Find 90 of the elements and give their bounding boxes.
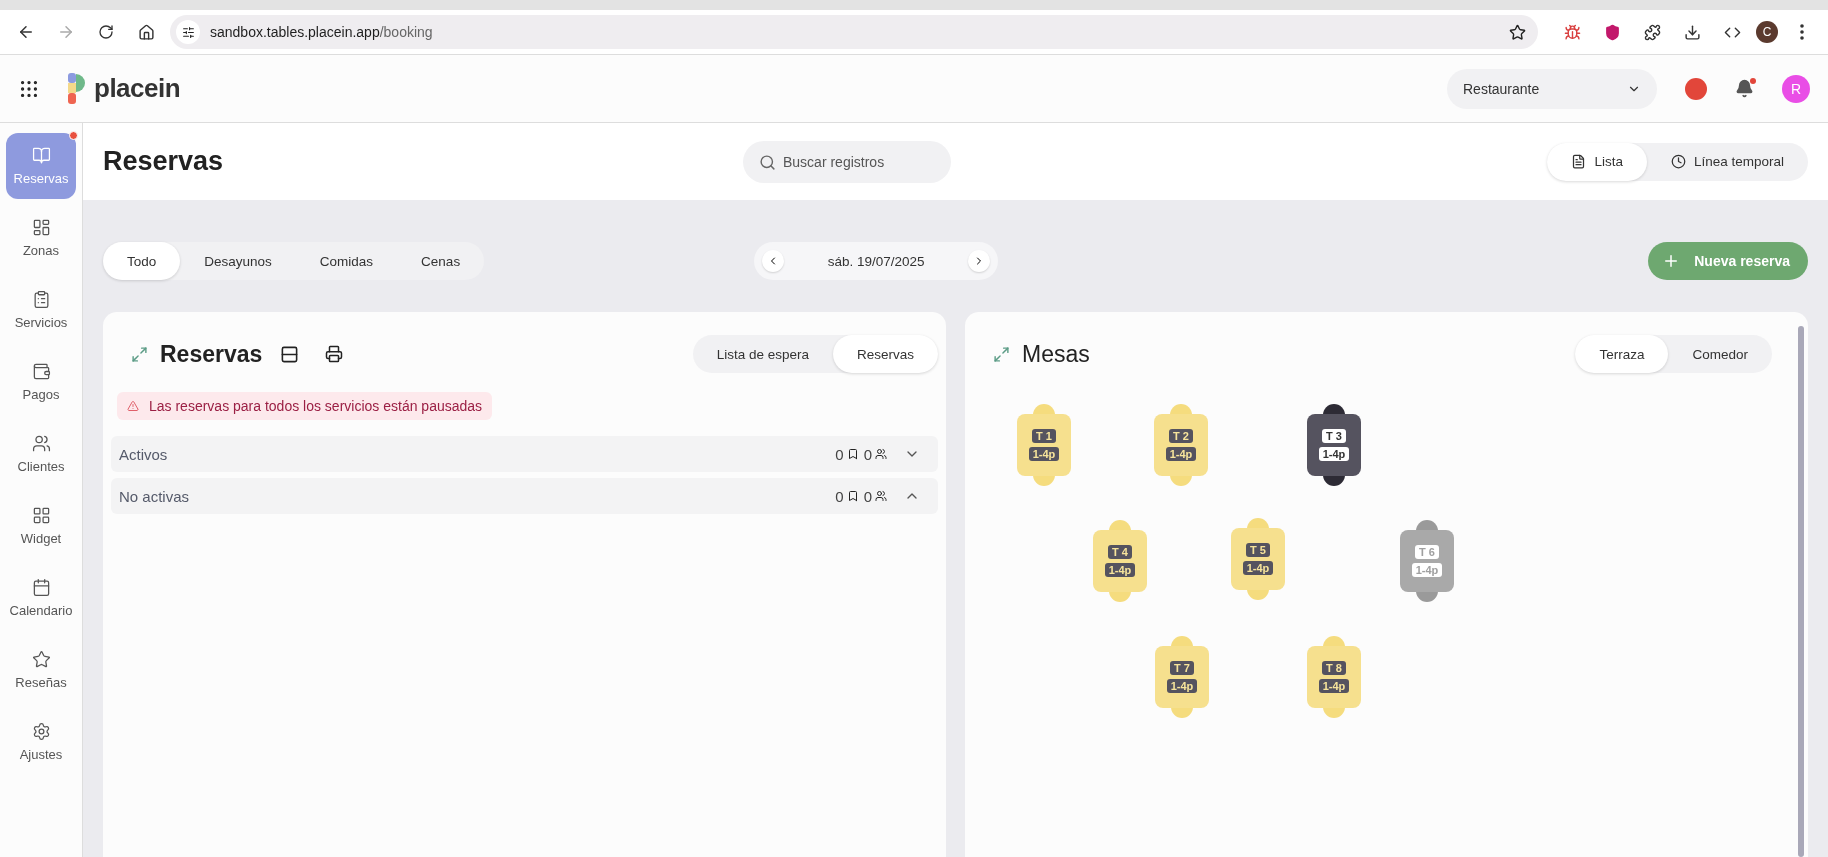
settings-icon <box>31 722 51 741</box>
table-capacity: 1-4p <box>1028 447 1060 461</box>
users-icon <box>31 434 51 453</box>
users-icon <box>875 448 887 460</box>
address-bar[interactable]: sandbox.tables.placein.app/booking <box>170 15 1538 49</box>
table-name: T 6 <box>1415 545 1439 559</box>
table-capacity: 1-4p <box>1166 679 1198 693</box>
zone-tab[interactable]: Terraza <box>1575 335 1669 373</box>
guests-count: 0 <box>863 487 872 505</box>
list-tab[interactable]: Reservas <box>832 335 938 373</box>
reservation-group[interactable]: No activas 0 0 <box>111 478 938 514</box>
expand-icon[interactable] <box>993 345 1010 363</box>
service-tab[interactable]: Comidas <box>295 242 398 280</box>
download-icon <box>1683 23 1701 41</box>
document-icon <box>1571 154 1587 169</box>
logo-icon <box>68 72 88 105</box>
service-tab[interactable]: Cenas <box>397 242 485 280</box>
group-label: No activas <box>119 487 191 505</box>
sliders-icon <box>181 25 195 39</box>
table-capacity: 1-4p <box>1242 561 1274 575</box>
sidebar-item[interactable]: Servicios <box>6 277 76 343</box>
forward-arrow-icon <box>57 23 75 41</box>
users-icon <box>875 490 887 502</box>
sidebar-item[interactable]: Pagos <box>6 349 76 415</box>
bug-icon <box>1563 23 1581 41</box>
table-capacity: 1-4p <box>1104 563 1136 577</box>
guests-count: 0 <box>863 445 872 463</box>
bookmark-icon <box>846 448 859 460</box>
bookmark-icon <box>846 490 859 502</box>
bookmark-star-icon[interactable] <box>1509 23 1526 41</box>
notifications-icon[interactable] <box>1735 79 1754 98</box>
expand-icon[interactable] <box>131 345 148 363</box>
group-label: Activos <box>119 445 169 463</box>
reload-icon <box>98 24 114 40</box>
layout-icon <box>31 218 51 237</box>
table-name: T 8 <box>1322 661 1346 675</box>
calendar-icon <box>31 578 51 597</box>
url-text: sandbox.tables.placein.app/booking <box>210 24 434 40</box>
table-capacity: 1-4p <box>1318 679 1350 693</box>
sidebar-item[interactable]: Widget <box>6 493 76 559</box>
sidebar-item[interactable]: Ajustes <box>6 709 76 775</box>
table-capacity: 1-4p <box>1411 563 1443 577</box>
home-icon <box>137 23 155 41</box>
service-tab[interactable]: Todo <box>103 242 181 280</box>
site-settings-button[interactable] <box>176 20 200 44</box>
next-day-button[interactable] <box>968 250 991 272</box>
grid-icon <box>31 506 51 525</box>
puzzle-icon <box>1643 23 1661 41</box>
previous-day-button[interactable] <box>762 250 785 272</box>
reservation-group[interactable]: Activos 0 0 <box>111 436 938 472</box>
print-icon[interactable] <box>325 345 344 363</box>
table-name: T 7 <box>1170 661 1194 675</box>
bookings-count: 0 <box>835 445 844 463</box>
scrollbar[interactable] <box>1798 326 1804 857</box>
search-icon <box>759 153 776 171</box>
list-tab[interactable]: Lista de espera <box>692 335 833 373</box>
record-icon[interactable] <box>1685 77 1707 100</box>
star-icon <box>31 650 51 669</box>
search-field[interactable]: Buscar registros <box>743 140 951 183</box>
table-capacity: 1-4p <box>1165 447 1197 461</box>
service-tab[interactable]: Desayunos <box>180 242 296 280</box>
sidebar-item[interactable]: Zonas <box>6 205 76 271</box>
bookings-count: 0 <box>835 487 844 505</box>
alert-text: Las reservas para todos los servicios están pausadas <box>149 398 483 414</box>
page-title: Reservas <box>103 146 225 177</box>
sidebar-item[interactable]: Reseñas <box>6 637 76 703</box>
wallet-icon <box>31 362 51 381</box>
table-capacity: 1-4p <box>1318 447 1350 461</box>
table-name: T 2 <box>1169 429 1193 443</box>
rows-icon[interactable] <box>280 344 300 364</box>
logo-text: placein <box>94 73 181 104</box>
card-title: Mesas <box>1022 340 1090 368</box>
table-name: T 3 <box>1322 429 1346 443</box>
view-tab[interactable]: Línea temporal <box>1646 142 1808 181</box>
table-name: T 5 <box>1246 543 1270 557</box>
view-tab[interactable]: Lista <box>1547 142 1647 181</box>
shield-icon <box>1603 23 1621 41</box>
more-icon <box>1800 24 1804 40</box>
zone-tab[interactable]: Comedor <box>1668 335 1772 373</box>
clock-icon <box>1670 154 1686 169</box>
sidebar-item[interactable]: Calendario <box>6 565 76 631</box>
book-icon <box>31 146 51 165</box>
date-label: sáb. 19/07/2025 <box>827 253 925 269</box>
warning-icon <box>127 400 139 412</box>
table-name: T 4 <box>1108 545 1132 559</box>
table-name: T 1 <box>1032 429 1056 443</box>
sidebar-item[interactable]: Clientes <box>6 421 76 487</box>
profile-avatar[interactable]: C <box>1756 21 1778 43</box>
venue-select[interactable]: Restaurante <box>1447 68 1657 109</box>
card-title: Reservas <box>160 340 263 368</box>
